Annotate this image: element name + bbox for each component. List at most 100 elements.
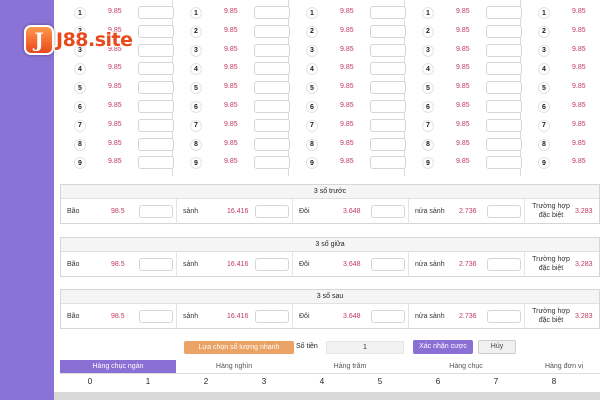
bet-amount-input[interactable] — [486, 6, 522, 19]
number-badge[interactable]: 9 — [190, 157, 202, 170]
number-badge[interactable]: 3 — [422, 44, 434, 57]
confirm-bet-button[interactable]: Xác nhận cược — [413, 340, 473, 354]
number-badge[interactable]: 5 — [422, 82, 434, 95]
bet-amount-input[interactable] — [254, 81, 290, 95]
number-badge[interactable]: 6 — [538, 101, 550, 113]
bet-amount-input[interactable] — [138, 81, 174, 95]
digit-option[interactable]: 1 — [138, 377, 158, 386]
bet-amount-input[interactable] — [255, 258, 289, 271]
digit-option[interactable]: 5 — [370, 377, 390, 386]
site-logo[interactable]: J J88.site — [24, 24, 150, 56]
bet-amount-input[interactable] — [486, 43, 522, 57]
number-badge[interactable]: 3 — [306, 44, 318, 57]
bet-amount-input[interactable] — [370, 81, 406, 95]
digit-option[interactable]: 0 — [80, 377, 100, 386]
number-badge[interactable]: 9 — [74, 157, 86, 170]
bet-amount-input[interactable] — [487, 310, 521, 323]
bet-amount-input[interactable] — [254, 118, 290, 132]
digit-option[interactable]: 2 — [196, 377, 216, 386]
bet-amount-input[interactable] — [138, 137, 174, 151]
number-badge[interactable]: 9 — [306, 157, 318, 170]
bet-amount-input[interactable] — [138, 62, 174, 76]
number-badge[interactable]: 8 — [422, 138, 434, 151]
digit-option[interactable]: 7 — [486, 377, 506, 386]
number-badge[interactable]: 8 — [538, 138, 550, 151]
bet-amount-input[interactable] — [254, 100, 290, 113]
bet-amount-input[interactable] — [486, 62, 522, 76]
bet-amount-input[interactable] — [370, 24, 406, 38]
number-badge[interactable]: 1 — [74, 7, 86, 19]
number-badge[interactable]: 6 — [422, 101, 434, 113]
number-badge[interactable]: 2 — [306, 25, 318, 38]
number-badge[interactable]: 6 — [190, 101, 202, 113]
digit-option[interactable]: 3 — [254, 377, 274, 386]
number-badge[interactable]: 1 — [306, 7, 318, 19]
number-badge[interactable]: 4 — [422, 63, 434, 76]
bet-amount-input[interactable] — [371, 205, 405, 218]
tab-place-4[interactable]: Hàng đơn vị — [524, 360, 600, 374]
tab-place-3[interactable]: Hàng chục — [408, 360, 524, 374]
number-badge[interactable]: 5 — [538, 82, 550, 95]
bet-amount-input[interactable] — [254, 62, 290, 76]
bet-amount-input[interactable] — [139, 258, 173, 271]
bet-amount-input[interactable] — [139, 205, 173, 218]
number-badge[interactable]: 5 — [74, 82, 86, 95]
bet-amount-input[interactable] — [370, 137, 406, 151]
number-badge[interactable]: 3 — [190, 44, 202, 57]
bet-amount-input[interactable] — [254, 6, 290, 19]
bet-amount-input[interactable] — [487, 258, 521, 271]
bet-amount-input[interactable] — [486, 100, 522, 113]
bet-amount-input[interactable] — [370, 100, 406, 113]
tab-place-1[interactable]: Hàng nghìn — [176, 360, 292, 374]
number-badge[interactable]: 1 — [190, 7, 202, 19]
digit-option[interactable]: 8 — [544, 377, 564, 386]
bet-amount-input[interactable] — [371, 258, 405, 271]
bet-amount-input[interactable] — [371, 310, 405, 323]
cancel-button[interactable]: Hủy — [478, 340, 516, 354]
tab-place-0[interactable]: Hàng chục ngàn — [60, 360, 176, 374]
number-badge[interactable]: 6 — [74, 101, 86, 113]
digit-option[interactable]: 6 — [428, 377, 448, 386]
number-badge[interactable]: 2 — [538, 25, 550, 38]
number-badge[interactable]: 5 — [306, 82, 318, 95]
number-badge[interactable]: 4 — [74, 63, 86, 76]
number-badge[interactable]: 7 — [422, 119, 434, 132]
bet-amount-input[interactable] — [370, 43, 406, 57]
bet-amount-input[interactable] — [486, 81, 522, 95]
bet-amount-input[interactable] — [370, 118, 406, 132]
number-badge[interactable]: 8 — [190, 138, 202, 151]
bet-amount-input[interactable] — [138, 100, 174, 113]
number-badge[interactable]: 7 — [306, 119, 318, 132]
number-badge[interactable]: 8 — [74, 138, 86, 151]
number-badge[interactable]: 2 — [422, 25, 434, 38]
quick-select-button[interactable]: Lựa chọn số lượng nhanh — [184, 341, 294, 354]
bet-amount-input[interactable] — [255, 310, 289, 323]
bet-amount-input[interactable] — [255, 205, 289, 218]
bet-amount-input[interactable] — [138, 6, 174, 19]
bet-amount-input[interactable] — [370, 156, 406, 170]
number-badge[interactable]: 4 — [306, 63, 318, 76]
bet-amount-input[interactable] — [370, 6, 406, 19]
number-badge[interactable]: 6 — [306, 101, 318, 113]
bet-amount-input[interactable] — [487, 205, 521, 218]
bet-amount-input[interactable] — [486, 118, 522, 132]
bet-amount-input[interactable] — [254, 24, 290, 38]
bet-amount-input[interactable] — [138, 118, 174, 132]
bet-amount-input[interactable] — [138, 156, 174, 170]
number-badge[interactable]: 1 — [422, 7, 434, 19]
bottom-scroll-strip[interactable] — [54, 392, 600, 400]
bet-amount-input[interactable] — [254, 137, 290, 151]
bet-amount-input[interactable] — [486, 156, 522, 170]
bet-amount-input[interactable] — [370, 62, 406, 76]
number-badge[interactable]: 8 — [306, 138, 318, 151]
number-badge[interactable]: 5 — [190, 82, 202, 95]
number-badge[interactable]: 7 — [538, 119, 550, 132]
number-badge[interactable]: 2 — [190, 25, 202, 38]
number-badge[interactable]: 4 — [538, 63, 550, 76]
digit-option[interactable]: 4 — [312, 377, 332, 386]
bet-amount-input[interactable] — [139, 310, 173, 323]
bet-amount-input[interactable] — [486, 137, 522, 151]
number-badge[interactable]: 7 — [74, 119, 86, 132]
number-badge[interactable]: 1 — [538, 7, 550, 19]
number-badge[interactable]: 9 — [422, 157, 434, 170]
